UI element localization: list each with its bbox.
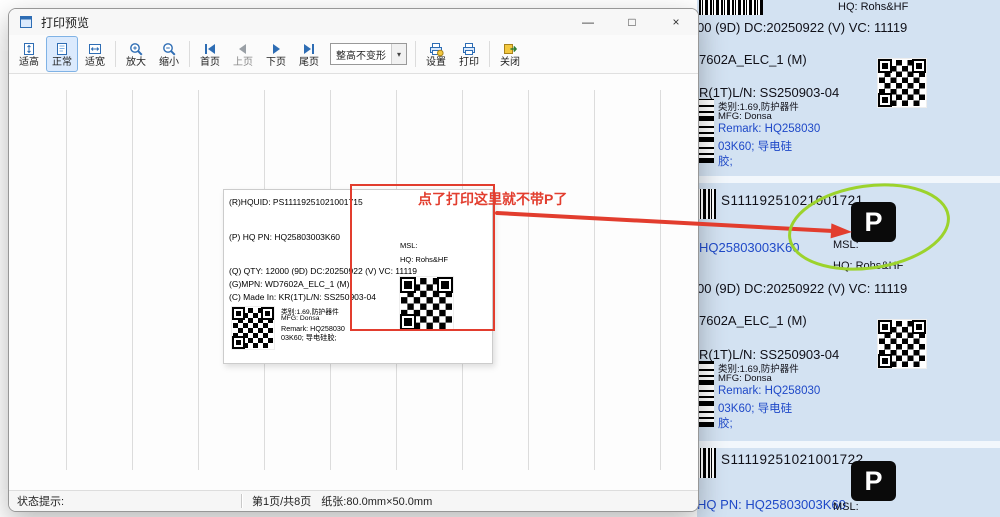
qr-code-edge (697, 99, 714, 163)
label-serial: S11119251021001721 (721, 193, 864, 208)
next-page-icon (268, 41, 284, 57)
scale-mode-value: 整高不变形 (336, 47, 386, 62)
label-remark: 03K60; 导电硅 (718, 138, 792, 154)
zoom-out-label: 缩小 (159, 58, 179, 68)
normal-view-button[interactable]: 正常 (46, 36, 78, 72)
fit-height-icon (21, 41, 37, 57)
label-mfg: MFG: Donsa (718, 111, 772, 122)
zoom-out-icon (161, 41, 177, 57)
label-hq: HQ: Rohs&HF (838, 1, 908, 13)
zoom-in-button[interactable]: 放大 (120, 36, 152, 72)
toolbar-separator (189, 41, 190, 67)
label-remark: 03K60; 导电硅 (718, 400, 792, 416)
barcode (697, 448, 716, 478)
barcode (699, 0, 763, 15)
label-separator (697, 176, 1000, 183)
zoom-out-button[interactable]: 缩小 (153, 36, 185, 72)
label-pn: HQ25803003K60 (699, 240, 799, 255)
toolbar-separator (415, 41, 416, 67)
first-page-icon (202, 41, 218, 57)
label-mfg: MFG: Donsa (718, 373, 772, 384)
label-pn: HQ PN: HQ25803003K60 (697, 497, 846, 512)
label-hquid: (R)HQUID: PS11119251021001715 (229, 197, 363, 207)
first-page-label: 首页 (200, 58, 220, 68)
fit-height-button[interactable]: 适高 (13, 36, 45, 72)
toolbar-separator (489, 41, 490, 67)
qr-code (231, 306, 275, 350)
fit-width-icon (87, 41, 103, 57)
last-page-button[interactable]: 尾页 (293, 36, 325, 72)
label-mpn: (G)MPN: WD7602A_ELC_1 (M) (229, 279, 349, 289)
print-label: 打印 (459, 58, 479, 68)
label-serial: S11119251021001722 (721, 452, 864, 467)
first-page-button[interactable]: 首页 (194, 36, 226, 72)
preview-toolbar: 适高 正常 适宽 (9, 35, 698, 74)
prev-page-icon (235, 41, 251, 57)
label-separator (697, 441, 1000, 448)
window-title: 打印预览 (41, 14, 89, 31)
label-lot: R(1T)L/N: SS250903-04 (699, 85, 839, 100)
status-hint: 状态提示: (9, 493, 241, 509)
label-remark: 03K60; 导电硅胶; (281, 333, 337, 343)
barcode (697, 189, 716, 219)
close-preview-button[interactable]: 关闭 (494, 36, 526, 72)
p-mark-logo: P (851, 461, 896, 501)
label-remark: 胶; (718, 153, 733, 169)
settings-button[interactable]: 设置 (420, 36, 452, 72)
fit-height-label: 适高 (19, 58, 39, 68)
zoom-in-label: 放大 (126, 58, 146, 68)
annotation-note: 点了打印这里就不带P了 (418, 189, 567, 209)
normal-view-icon (54, 41, 70, 57)
label-remark: 胶; (718, 415, 733, 431)
last-page-label: 尾页 (299, 58, 319, 68)
fit-width-label: 适宽 (85, 58, 105, 68)
title-bar[interactable]: 打印预览 — □ × (9, 9, 698, 35)
label-design-canvas: HQ: Rohs&HF 00 (9D) DC:20250922 (V) VC: … (697, 0, 1000, 517)
label-mpn: 7602A_ELC_1 (M) (699, 313, 807, 328)
status-bar: 状态提示: 第1页/共8页 纸张:80.0mm×50.0mm (9, 490, 698, 511)
close-preview-icon (502, 41, 518, 57)
minimize-button[interactable]: — (566, 9, 610, 35)
prev-page-label: 上页 (233, 58, 253, 68)
status-page-indicator: 第1页/共8页 (242, 493, 317, 509)
qr-code (877, 58, 927, 108)
screen: HQ: Rohs&HF 00 (9D) DC:20250922 (V) VC: … (0, 0, 1000, 517)
toolbar-separator (115, 41, 116, 67)
label-hq: HQ: Rohs&HF (833, 260, 903, 272)
settings-label: 设置 (426, 58, 446, 68)
next-page-label: 下页 (266, 58, 286, 68)
chevron-down-icon: ▾ (391, 44, 406, 64)
normal-view-label: 正常 (52, 58, 72, 68)
label-qty: 00 (9D) DC:20250922 (V) VC: 11119 (697, 20, 907, 35)
label-pn: (P) HQ PN: HQ25803003K60 (229, 232, 340, 242)
fit-width-button[interactable]: 适宽 (79, 36, 111, 72)
settings-icon (428, 41, 444, 57)
next-page-button[interactable]: 下页 (260, 36, 292, 72)
label-lot: R(1T)L/N: SS250903-04 (699, 347, 839, 362)
last-page-icon (301, 41, 317, 57)
window-controls: — □ × (566, 9, 698, 35)
print-button[interactable]: 打印 (453, 36, 485, 72)
prev-page-button[interactable]: 上页 (227, 36, 259, 72)
status-paper-size: 纸张:80.0mm×50.0mm (317, 493, 432, 509)
label-msl: MSL: (833, 501, 859, 513)
qr-code-edge (697, 361, 714, 427)
scale-mode-select[interactable]: 整高不变形 ▾ (330, 43, 407, 65)
label-remark: Remark: HQ258030 (718, 123, 820, 135)
print-icon (461, 41, 477, 57)
label-remark: Remark: HQ258030 (281, 324, 345, 333)
maximize-button[interactable]: □ (610, 9, 654, 35)
close-button[interactable]: × (654, 9, 698, 35)
label-remark: Remark: HQ258030 (718, 385, 820, 397)
close-preview-label: 关闭 (500, 58, 520, 68)
label-mpn: 7602A_ELC_1 (M) (699, 52, 807, 67)
label-msl: MSL: (833, 239, 859, 251)
app-icon (19, 15, 33, 29)
label-mfg: MFG: Donsa (281, 315, 320, 322)
qr-code (877, 319, 927, 369)
zoom-in-icon (128, 41, 144, 57)
p-mark-logo: P (851, 202, 896, 242)
label-qty: 00 (9D) DC:20250922 (V) VC: 11119 (697, 281, 907, 296)
